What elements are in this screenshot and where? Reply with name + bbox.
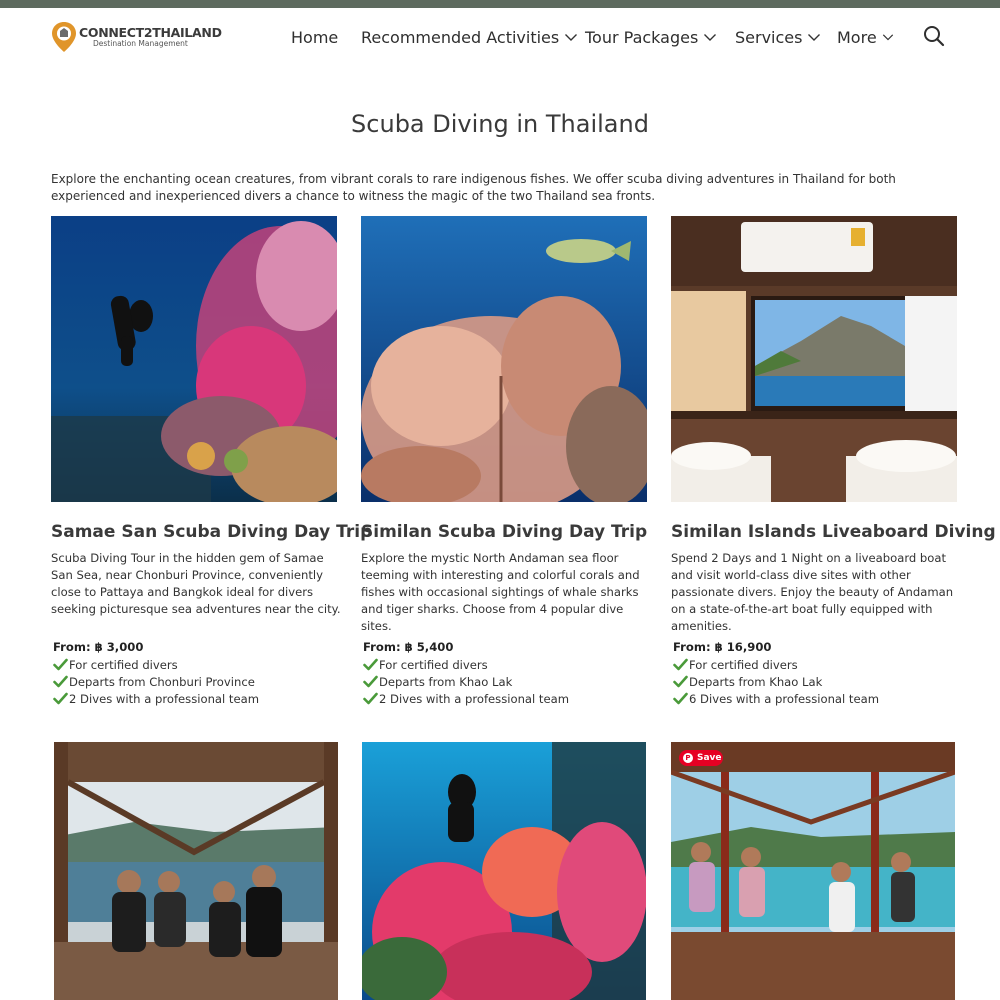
card-price: From: ฿ 3,000 (53, 640, 144, 654)
pinterest-save-button[interactable]: P Save (679, 750, 723, 766)
feature-label: For certified divers (69, 657, 178, 672)
feature-item: Departs from Khao Lak (673, 673, 822, 690)
chevron-down-icon (882, 34, 893, 41)
card-title[interactable]: Similan Islands Liveaboard Diving (671, 522, 996, 542)
nav-home-label: Home (291, 27, 339, 47)
card-title[interactable]: Similan Scuba Diving Day Trip (361, 522, 661, 542)
nav-activities-label: Recommended Activities (361, 27, 560, 47)
nav-tour-packages[interactable]: Tour Packages (585, 26, 717, 48)
check-icon (53, 658, 68, 671)
tour-card-liveaboard[interactable]: Similan Islands Liveaboard Diving Spend … (671, 216, 996, 716)
feature-item: Departs from Chonburi Province (53, 673, 255, 690)
check-icon (363, 658, 378, 671)
feature-label: 6 Dives with a professional team (689, 691, 880, 706)
card-price: From: ฿ 16,900 (673, 640, 772, 654)
check-icon (53, 675, 68, 688)
feature-label: Departs from Chonburi Province (69, 674, 255, 689)
check-icon (673, 658, 688, 671)
card-price: From: ฿ 5,400 (363, 640, 454, 654)
feature-item: Departs from Khao Lak (363, 673, 512, 690)
feature-label: For certified divers (379, 657, 488, 672)
feature-item: 2 Dives with a professional team (363, 690, 569, 707)
feature-item: For certified divers (673, 656, 798, 673)
feature-item: 2 Dives with a professional team (53, 690, 259, 707)
logo-tagline: Destination Management (93, 39, 188, 48)
feature-item: 6 Dives with a professional team (673, 690, 879, 707)
feature-item: For certified divers (53, 656, 178, 673)
site-header: CONNECT2THAILAND Destination Management … (0, 8, 1000, 68)
chevron-down-icon (704, 34, 717, 41)
nav-more[interactable]: More (837, 26, 894, 48)
feature-label: Departs from Khao Lak (379, 674, 513, 689)
check-icon (53, 692, 68, 705)
card-description: Explore the mystic North Andaman sea flo… (361, 551, 640, 633)
soft-coral-diver-photo[interactable] (362, 742, 646, 1000)
nav-recommended-activities[interactable]: Recommended Activities (361, 26, 578, 48)
card-title[interactable]: Samae San Scuba Diving Day Trip (51, 522, 372, 542)
feature-label: For certified divers (689, 657, 798, 672)
feature-item: For certified divers (363, 656, 488, 673)
feature-label: 2 Dives with a professional team (379, 691, 570, 706)
boat-divers-group-photo[interactable] (54, 742, 338, 1000)
check-icon (673, 692, 688, 705)
nav-more-label: More (837, 27, 877, 47)
search-icon[interactable] (923, 25, 945, 47)
nav-home[interactable]: Home (291, 26, 338, 48)
nav-services-label: Services (735, 27, 803, 47)
feature-label: Departs from Khao Lak (689, 674, 823, 689)
nav-tours-label: Tour Packages (585, 27, 699, 47)
check-icon (673, 675, 688, 688)
check-icon (363, 692, 378, 705)
liveaboard-cabin-photo[interactable] (671, 216, 957, 502)
intro-paragraph: Explore the enchanting ocean creatures, … (51, 172, 896, 203)
nav-services[interactable]: Services (735, 26, 821, 48)
save-label: Save (697, 753, 722, 763)
card-description: Scuba Diving Tour in the hidden gem of S… (51, 551, 341, 616)
chevron-down-icon (808, 34, 821, 41)
tour-card-similan-day-trip[interactable]: Similan Scuba Diving Day Trip Explore th… (361, 216, 651, 716)
sea-fan-coral-photo[interactable] (361, 216, 647, 502)
top-accent-bar (0, 0, 1000, 8)
page-title: Scuba Diving in Thailand (351, 110, 649, 138)
longtail-boat-passengers-photo[interactable]: P Save (671, 742, 955, 1000)
location-pin-logo-icon (52, 22, 76, 52)
tour-card-samae-san[interactable]: Samae San Scuba Diving Day Trip Scuba Di… (51, 216, 372, 716)
logo-name: CONNECT2THAILAND (79, 24, 222, 40)
feature-label: 2 Dives with a professional team (69, 691, 260, 706)
coral-reef-diver-photo[interactable] (51, 216, 337, 502)
site-logo[interactable]: CONNECT2THAILAND Destination Management (51, 20, 222, 54)
check-icon (363, 675, 378, 688)
chevron-down-icon (565, 34, 578, 41)
pinterest-icon: P (683, 753, 693, 763)
card-description: Spend 2 Days and 1 Night on a liveaboard… (671, 551, 954, 633)
